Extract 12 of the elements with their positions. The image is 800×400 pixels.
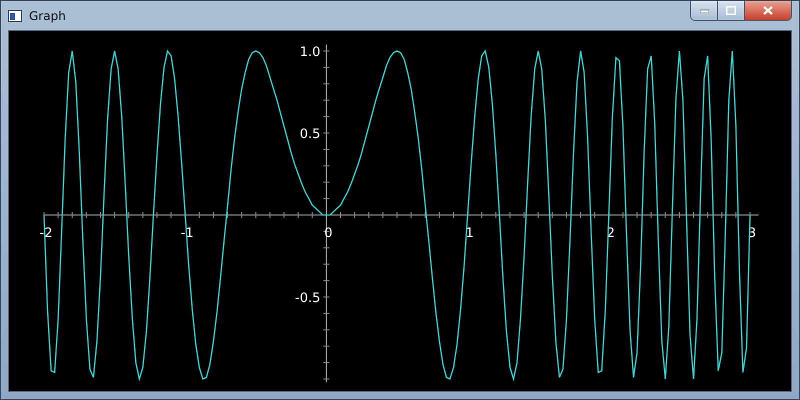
y-tick-label: 0.5 bbox=[300, 127, 320, 142]
close-button[interactable] bbox=[745, 1, 791, 20]
y-tick-label: -0.5 bbox=[295, 291, 320, 306]
window-icon bbox=[8, 10, 22, 22]
window-title: Graph bbox=[29, 8, 66, 22]
minimize-icon bbox=[700, 8, 708, 12]
close-icon bbox=[763, 6, 773, 15]
maximize-button[interactable] bbox=[718, 1, 745, 20]
minimize-button[interactable] bbox=[691, 1, 718, 20]
maximize-icon bbox=[726, 6, 736, 15]
y-tick-label: 1.0 bbox=[300, 45, 320, 60]
x-tick-label: 1 bbox=[465, 226, 474, 241]
